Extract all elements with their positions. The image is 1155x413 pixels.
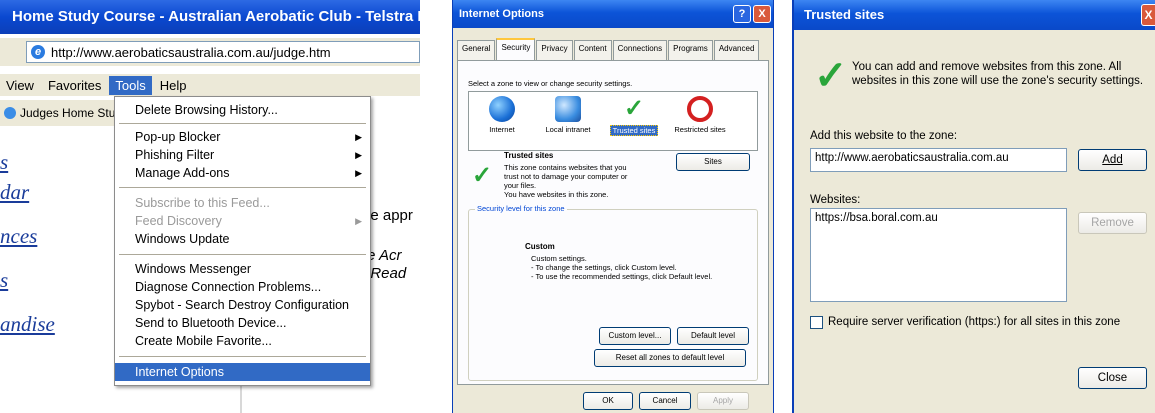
menu-item-diagnose-connection[interactable]: Diagnose Connection Problems... xyxy=(115,278,370,296)
globe-icon xyxy=(489,96,515,122)
link-page-icon xyxy=(4,107,16,119)
security-level-label: Security level for this zone xyxy=(475,204,567,213)
websites-label: Websites: xyxy=(810,194,861,206)
help-icon[interactable]: ? xyxy=(733,5,751,23)
dialog-title: Trusted sites xyxy=(804,7,885,22)
tools-menu: Delete Browsing History... Pop-up Blocke… xyxy=(114,96,371,386)
menu-item-send-bluetooth[interactable]: Send to Bluetooth Device... xyxy=(115,314,370,332)
submenu-arrow-icon: ▶ xyxy=(355,168,362,178)
tab-strip: General Security Privacy Content Connect… xyxy=(457,38,760,60)
restricted-icon xyxy=(687,96,713,122)
dialog-title: Internet Options xyxy=(459,8,544,20)
address-text: http://www.aerobaticsaustralia.com.au/ju… xyxy=(51,44,331,60)
menu-item-manage-addons[interactable]: Manage Add-ons ▶ xyxy=(115,164,370,182)
checkmark-icon: ✓ xyxy=(814,54,848,98)
dialog-title-bar: Trusted sites xyxy=(794,0,1155,30)
reset-zones-button[interactable]: Reset all zones to default level xyxy=(594,349,746,367)
menu-item-windows-messenger[interactable]: Windows Messenger xyxy=(115,260,370,278)
add-button[interactable]: Add xyxy=(1078,149,1147,171)
menu-separator xyxy=(119,254,366,255)
checkmark-icon: ✓ xyxy=(472,162,493,189)
menu-item-popup-blocker[interactable]: Pop-up Blocker ▶ xyxy=(115,128,370,146)
address-bar: e http://www.aerobaticsaustralia.com.au/… xyxy=(0,38,420,66)
menu-item-delete-history[interactable]: Delete Browsing History... xyxy=(115,101,370,119)
sites-button[interactable]: Sites xyxy=(676,153,750,171)
internet-options-dialog: Internet Options ? X General Security Pr… xyxy=(452,0,774,413)
menu-help[interactable]: Help xyxy=(154,76,193,95)
page-link[interactable]: s xyxy=(0,150,55,180)
page-nav-links: s dar nces s andise xyxy=(0,150,55,356)
browser-window: Home Study Course - Australian Aerobatic… xyxy=(0,0,420,413)
zone-description: This zone contains websites that you tru… xyxy=(504,163,628,199)
checkmark-icon: ✓ xyxy=(623,95,645,122)
page-link[interactable]: dar xyxy=(0,180,55,224)
apply-button: Apply xyxy=(697,392,749,410)
zone-local-intranet[interactable]: Local intranet xyxy=(539,96,597,134)
default-level-button[interactable]: Default level xyxy=(677,327,749,345)
menu-favorites[interactable]: Favorites xyxy=(42,76,107,95)
tab-privacy[interactable]: Privacy xyxy=(536,40,573,60)
dialog-title-bar: Internet Options xyxy=(453,0,773,28)
zone-trusted-sites[interactable]: ✓ Trusted sites xyxy=(605,96,663,136)
trusted-sites-dialog: Trusted sites X ✓ You can add and remove… xyxy=(792,0,1155,413)
zone-prompt: Select a zone to view or change security… xyxy=(468,79,633,88)
tab-advanced[interactable]: Advanced xyxy=(713,40,760,60)
submenu-arrow-icon: ▶ xyxy=(355,132,362,142)
menu-item-internet-options[interactable]: Internet Options xyxy=(115,363,370,381)
menu-item-subscribe-feed: Subscribe to this Feed... xyxy=(135,196,270,210)
level-title: Custom xyxy=(525,242,555,251)
menu-item-phishing-filter[interactable]: Phishing Filter ▶ xyxy=(115,146,370,164)
page-link[interactable]: nces xyxy=(0,224,55,268)
links-bar: Judges Home Stu xyxy=(0,100,120,126)
menu-item-windows-update[interactable]: Windows Update xyxy=(115,230,370,248)
submenu-arrow-icon: ▶ xyxy=(355,150,362,160)
address-input[interactable]: e http://www.aerobaticsaustralia.com.au/… xyxy=(26,41,420,63)
menu-separator xyxy=(119,123,366,124)
submenu-arrow-icon: ▶ xyxy=(355,216,362,226)
intranet-icon xyxy=(555,96,581,122)
zone-title: Trusted sites xyxy=(504,151,554,160)
tab-programs[interactable]: Programs xyxy=(668,40,713,60)
menu-bar: View Favorites Tools Help xyxy=(0,74,420,96)
custom-level-button[interactable]: Custom level... xyxy=(599,327,671,345)
require-https-label: Require server verification (https:) for… xyxy=(828,316,1121,328)
menu-item-feed-discovery: Feed Discovery ▶ xyxy=(135,214,362,228)
menu-tools[interactable]: Tools xyxy=(109,75,152,95)
close-button[interactable]: Close xyxy=(1078,367,1147,389)
tab-security[interactable]: Security xyxy=(496,38,536,60)
menu-separator xyxy=(119,187,366,188)
add-site-label: Add this website to the zone: xyxy=(810,130,958,142)
browser-title-bar: Home Study Course - Australian Aerobatic… xyxy=(0,0,420,34)
add-site-input[interactable]: http://www.aerobaticsaustralia.com.au xyxy=(810,148,1067,172)
menu-item-create-mobile-favorite[interactable]: Create Mobile Favorite... xyxy=(115,332,370,350)
page-link[interactable]: andise xyxy=(0,312,55,356)
level-description: Custom settings. - To change the setting… xyxy=(531,254,713,281)
ie-page-icon: e xyxy=(31,45,45,59)
ok-button[interactable]: OK xyxy=(583,392,633,410)
close-icon[interactable]: X xyxy=(1141,4,1155,26)
tab-content[interactable]: Content xyxy=(573,40,612,60)
page-link[interactable]: s xyxy=(0,268,55,312)
menu-view[interactable]: View xyxy=(0,76,40,95)
zone-internet[interactable]: Internet xyxy=(473,96,531,134)
intro-text: You can add and remove websites from thi… xyxy=(852,61,1144,87)
zone-restricted-sites[interactable]: Restricted sites xyxy=(671,96,729,134)
tab-connections[interactable]: Connections xyxy=(612,40,668,60)
menu-item-spybot-config[interactable]: Spybot - Search Destroy Configuration xyxy=(115,296,370,314)
close-icon[interactable]: X xyxy=(753,5,771,23)
links-bar-item[interactable]: Judges Home Stu xyxy=(20,106,115,120)
websites-list[interactable]: https://bsa.boral.com.au xyxy=(810,208,1067,302)
remove-button: Remove xyxy=(1078,212,1147,234)
cancel-button[interactable]: Cancel xyxy=(639,392,691,410)
zone-list: Internet Local intranet ✓ Trusted sites … xyxy=(468,91,758,151)
menu-separator xyxy=(119,356,366,357)
website-list-item[interactable]: https://bsa.boral.com.au xyxy=(815,212,1062,224)
security-tab-page: Select a zone to view or change security… xyxy=(457,60,769,385)
require-https-checkbox[interactable] xyxy=(810,316,823,329)
tab-general[interactable]: General xyxy=(457,40,496,60)
